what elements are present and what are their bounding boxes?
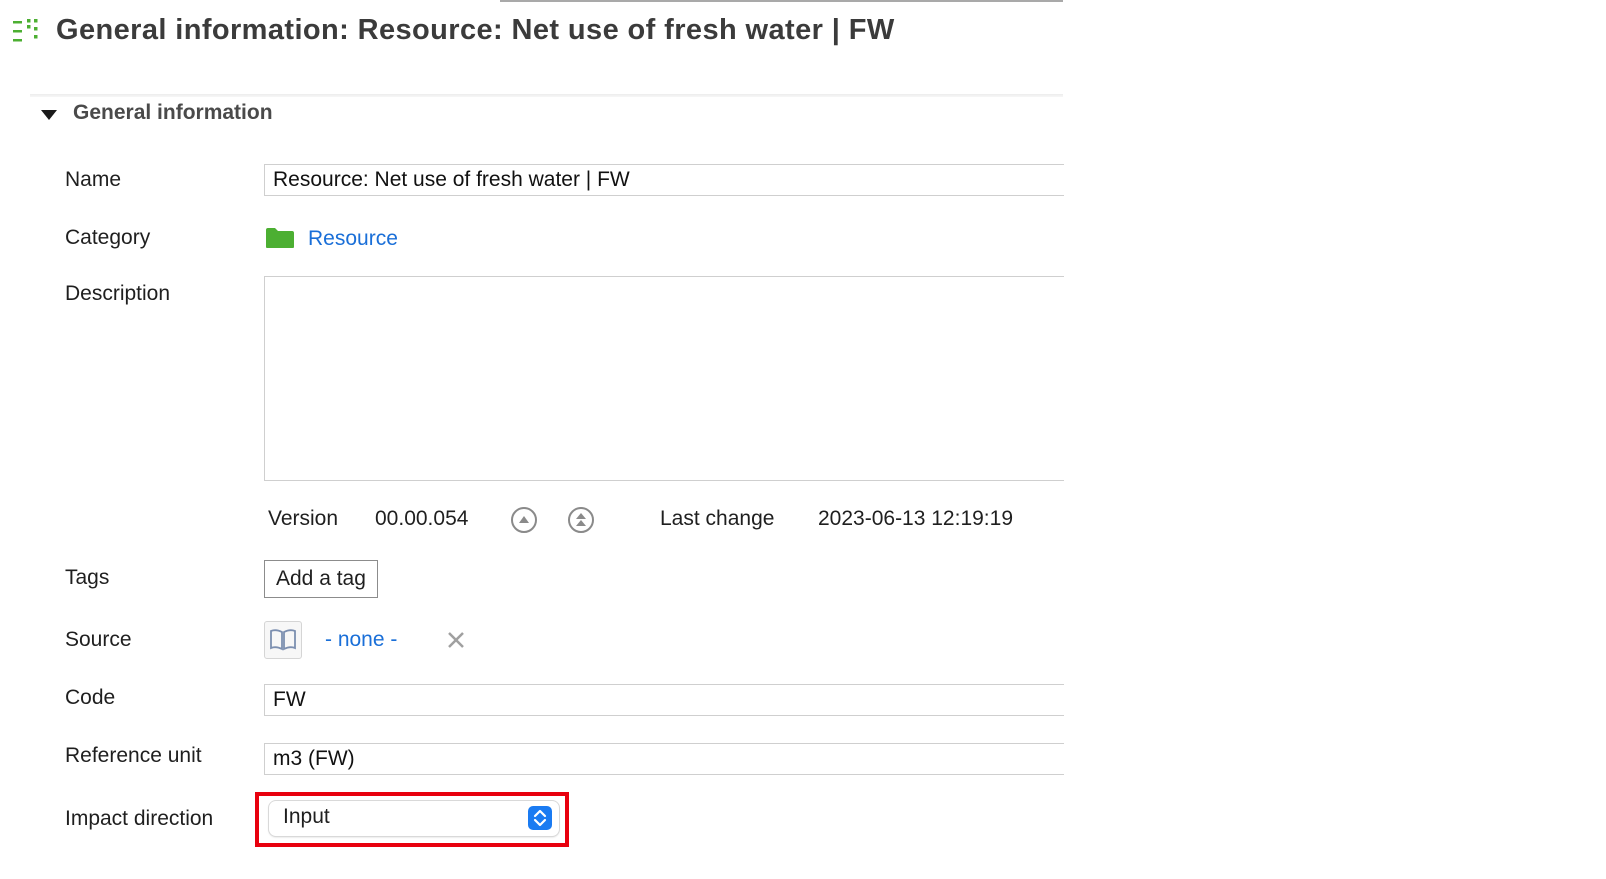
version-up-icon[interactable] — [510, 506, 538, 534]
name-field[interactable]: Resource: Net use of fresh water | FW — [264, 164, 1064, 196]
chevron-up-down-icon — [528, 806, 552, 830]
tags-label: Tags — [65, 566, 110, 589]
triangle-down-icon[interactable] — [40, 108, 58, 122]
description-field[interactable] — [264, 276, 1064, 481]
impact-direction-select[interactable]: Input — [269, 801, 559, 836]
outline-list-icon — [13, 19, 38, 42]
book-icon — [270, 629, 296, 651]
page-title: General information: Resource: Net use o… — [56, 14, 895, 46]
source-label: Source — [65, 628, 132, 651]
category-label: Category — [65, 226, 151, 249]
impact-direction-value: Input — [283, 805, 330, 828]
version-label: Version — [268, 507, 339, 530]
general-information-editor: General information: Resource: Net use o… — [0, 0, 1606, 879]
code-label: Code — [65, 686, 116, 709]
reference-unit-label: Reference unit — [65, 744, 202, 767]
top-divider — [500, 0, 1063, 2]
close-icon[interactable] — [446, 630, 466, 650]
add-tag-button[interactable]: Add a tag — [264, 560, 378, 598]
description-label: Description — [65, 282, 171, 305]
version-major-up-icon[interactable] — [567, 506, 595, 534]
version-value: 00.00.054 — [375, 507, 469, 530]
last-change-value: 2023-06-13 12:19:19 — [818, 507, 1013, 530]
folder-icon — [266, 228, 294, 248]
category-link[interactable]: Resource — [308, 227, 398, 251]
last-change-label: Last change — [660, 507, 775, 530]
name-label: Name — [65, 168, 122, 191]
section-title[interactable]: General information — [73, 101, 273, 125]
section-divider — [30, 94, 1063, 97]
code-field[interactable]: FW — [264, 684, 1064, 716]
reference-unit-field: m3 (FW) — [264, 743, 1064, 775]
source-link[interactable]: - none - — [325, 628, 397, 652]
impact-direction-label: Impact direction — [65, 807, 214, 830]
source-button[interactable] — [264, 621, 302, 659]
